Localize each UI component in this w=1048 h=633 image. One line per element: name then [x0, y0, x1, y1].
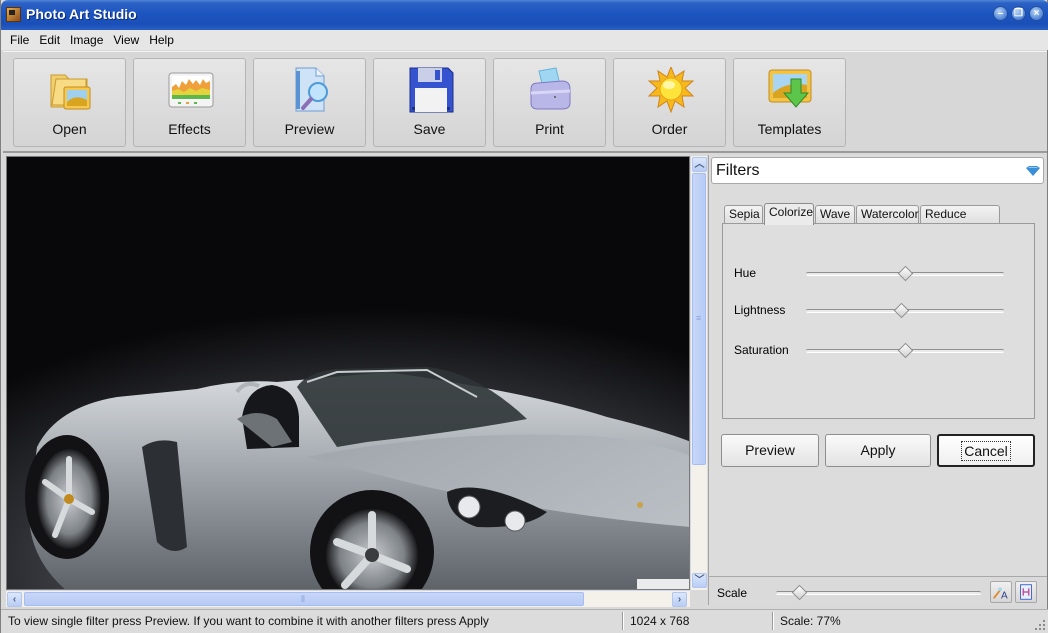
save-button[interactable]: Save: [373, 58, 486, 147]
hue-slider-row: Hue: [723, 264, 1034, 284]
templates-button[interactable]: Templates: [733, 58, 846, 147]
open-button[interactable]: Open: [13, 58, 126, 147]
status-message: To view single filter press Preview. If …: [8, 614, 489, 628]
minimize-button[interactable]: –: [993, 6, 1008, 21]
hue-slider[interactable]: [806, 265, 1004, 282]
image-dimensions: 1024 x 768: [630, 614, 690, 628]
saturation-slider-thumb[interactable]: [897, 342, 914, 359]
floppy-disk-icon: [409, 67, 454, 113]
horizontal-scroll-thumb[interactable]: ⦀: [24, 592, 584, 606]
restore-icon: ❐: [1014, 8, 1023, 19]
chevron-down-icon: [1026, 166, 1040, 176]
image-canvas[interactable]: [6, 156, 690, 590]
fit-page-button[interactable]: [1015, 581, 1037, 603]
lightness-slider-row: Lightness: [723, 301, 1034, 321]
grip-icon: ≡: [696, 313, 702, 323]
car-photo: [25, 367, 689, 589]
chevron-right-icon: ›: [677, 594, 682, 605]
document-fit-icon: [1020, 584, 1032, 600]
chevron-up-icon: ︿: [694, 159, 705, 170]
picture-download-icon: [768, 69, 812, 108]
vertical-scrollbar[interactable]: ︿ ≡ ﹀: [690, 156, 707, 590]
status-bar: To view single filter press Preview. If …: [1, 609, 1048, 633]
preview-label: Preview: [284, 121, 335, 137]
magic-wand-text-icon: A: [993, 587, 1008, 601]
lightness-slider[interactable]: [806, 302, 1004, 319]
svg-text:A: A: [1001, 590, 1008, 601]
scroll-down-button[interactable]: ﹀: [692, 573, 707, 588]
order-button[interactable]: Order: [613, 58, 726, 147]
saturation-label: Saturation: [734, 343, 789, 357]
grip-icon: ⦀: [301, 594, 305, 604]
colorize-tab-panel: Hue Lightness Saturation: [722, 223, 1035, 419]
filters-dropdown[interactable]: Filters: [711, 157, 1044, 184]
hue-label: Hue: [734, 266, 757, 280]
status-divider: [772, 612, 774, 630]
sun-icon: [648, 67, 694, 113]
cancel-label: Cancel: [961, 441, 1011, 461]
apply-button[interactable]: Apply: [825, 434, 931, 467]
scale-slider[interactable]: [776, 584, 981, 601]
lightness-slider-thumb[interactable]: [893, 302, 910, 319]
menu-bar: File Edit Image View Help: [1, 30, 1048, 50]
status-divider: [622, 612, 624, 630]
scale-bar: Scale A: [709, 576, 1047, 605]
horizontal-scrollbar[interactable]: ‹ ⦀ ›: [6, 590, 690, 607]
saturation-slider-row: Saturation: [723, 341, 1034, 361]
tab-sepia[interactable]: Sepia: [724, 205, 763, 224]
effects-chart-icon: [168, 72, 214, 108]
print-button[interactable]: Print: [493, 58, 606, 147]
lightness-label: Lightness: [734, 303, 786, 317]
toolbar: Open Effects Preview Save Print Order Te…: [3, 51, 1047, 153]
menu-file[interactable]: File: [5, 30, 34, 50]
app-window: Photo Art Studio – ❐ × File Edit Image V…: [0, 0, 1048, 633]
tab-watercolor[interactable]: Watercolor: [856, 205, 919, 224]
restore-button[interactable]: ❐: [1011, 6, 1026, 21]
effects-label: Effects: [168, 121, 211, 137]
menu-edit[interactable]: Edit: [34, 30, 65, 50]
resize-grip-icon[interactable]: [1034, 619, 1046, 631]
minimize-icon: –: [997, 8, 1004, 19]
tab-colorize[interactable]: Colorize: [764, 203, 814, 225]
save-label: Save: [413, 121, 446, 137]
folder-image-icon: [50, 74, 91, 110]
menu-help[interactable]: Help: [144, 30, 179, 50]
open-label: Open: [52, 121, 87, 137]
templates-label: Templates: [757, 121, 822, 137]
menu-view[interactable]: View: [108, 30, 144, 50]
filters-panel: Filters Sepia Colorize Wave Watercolor R…: [708, 155, 1047, 605]
window-title: Photo Art Studio: [26, 6, 137, 22]
document-magnifier-icon: [295, 67, 328, 112]
effects-button[interactable]: Effects: [133, 58, 246, 147]
scale-label: Scale: [717, 586, 748, 600]
cancel-button[interactable]: Cancel: [937, 434, 1035, 467]
vertical-scroll-thumb[interactable]: ≡: [692, 173, 706, 465]
chevron-down-icon: ﹀: [694, 575, 705, 586]
chevron-left-icon: ‹: [12, 594, 17, 605]
app-icon: [6, 7, 21, 22]
filters-title: Filters: [716, 162, 760, 179]
filter-preview-button[interactable]: Preview: [721, 434, 819, 467]
print-label: Print: [535, 121, 564, 137]
scale-slider-thumb[interactable]: [791, 584, 807, 601]
scroll-right-button[interactable]: ›: [672, 592, 687, 607]
close-button[interactable]: ×: [1029, 6, 1044, 21]
menu-image[interactable]: Image: [65, 30, 108, 50]
auto-fit-button[interactable]: A: [990, 581, 1012, 603]
scale-readout: Scale: 77%: [780, 614, 841, 628]
printer-icon: [530, 67, 571, 110]
preview-button[interactable]: Preview: [253, 58, 366, 147]
scroll-left-button[interactable]: ‹: [7, 592, 22, 607]
saturation-slider[interactable]: [806, 342, 1004, 359]
close-icon: ×: [1033, 8, 1040, 19]
tab-reduce-colors[interactable]: Reduce Colors: [920, 205, 1000, 238]
order-label: Order: [651, 121, 688, 137]
title-bar[interactable]: Photo Art Studio – ❐ ×: [1, 0, 1048, 30]
tab-wave[interactable]: Wave: [815, 205, 855, 224]
scroll-up-button[interactable]: ︿: [692, 157, 707, 172]
hue-slider-thumb[interactable]: [897, 265, 914, 282]
